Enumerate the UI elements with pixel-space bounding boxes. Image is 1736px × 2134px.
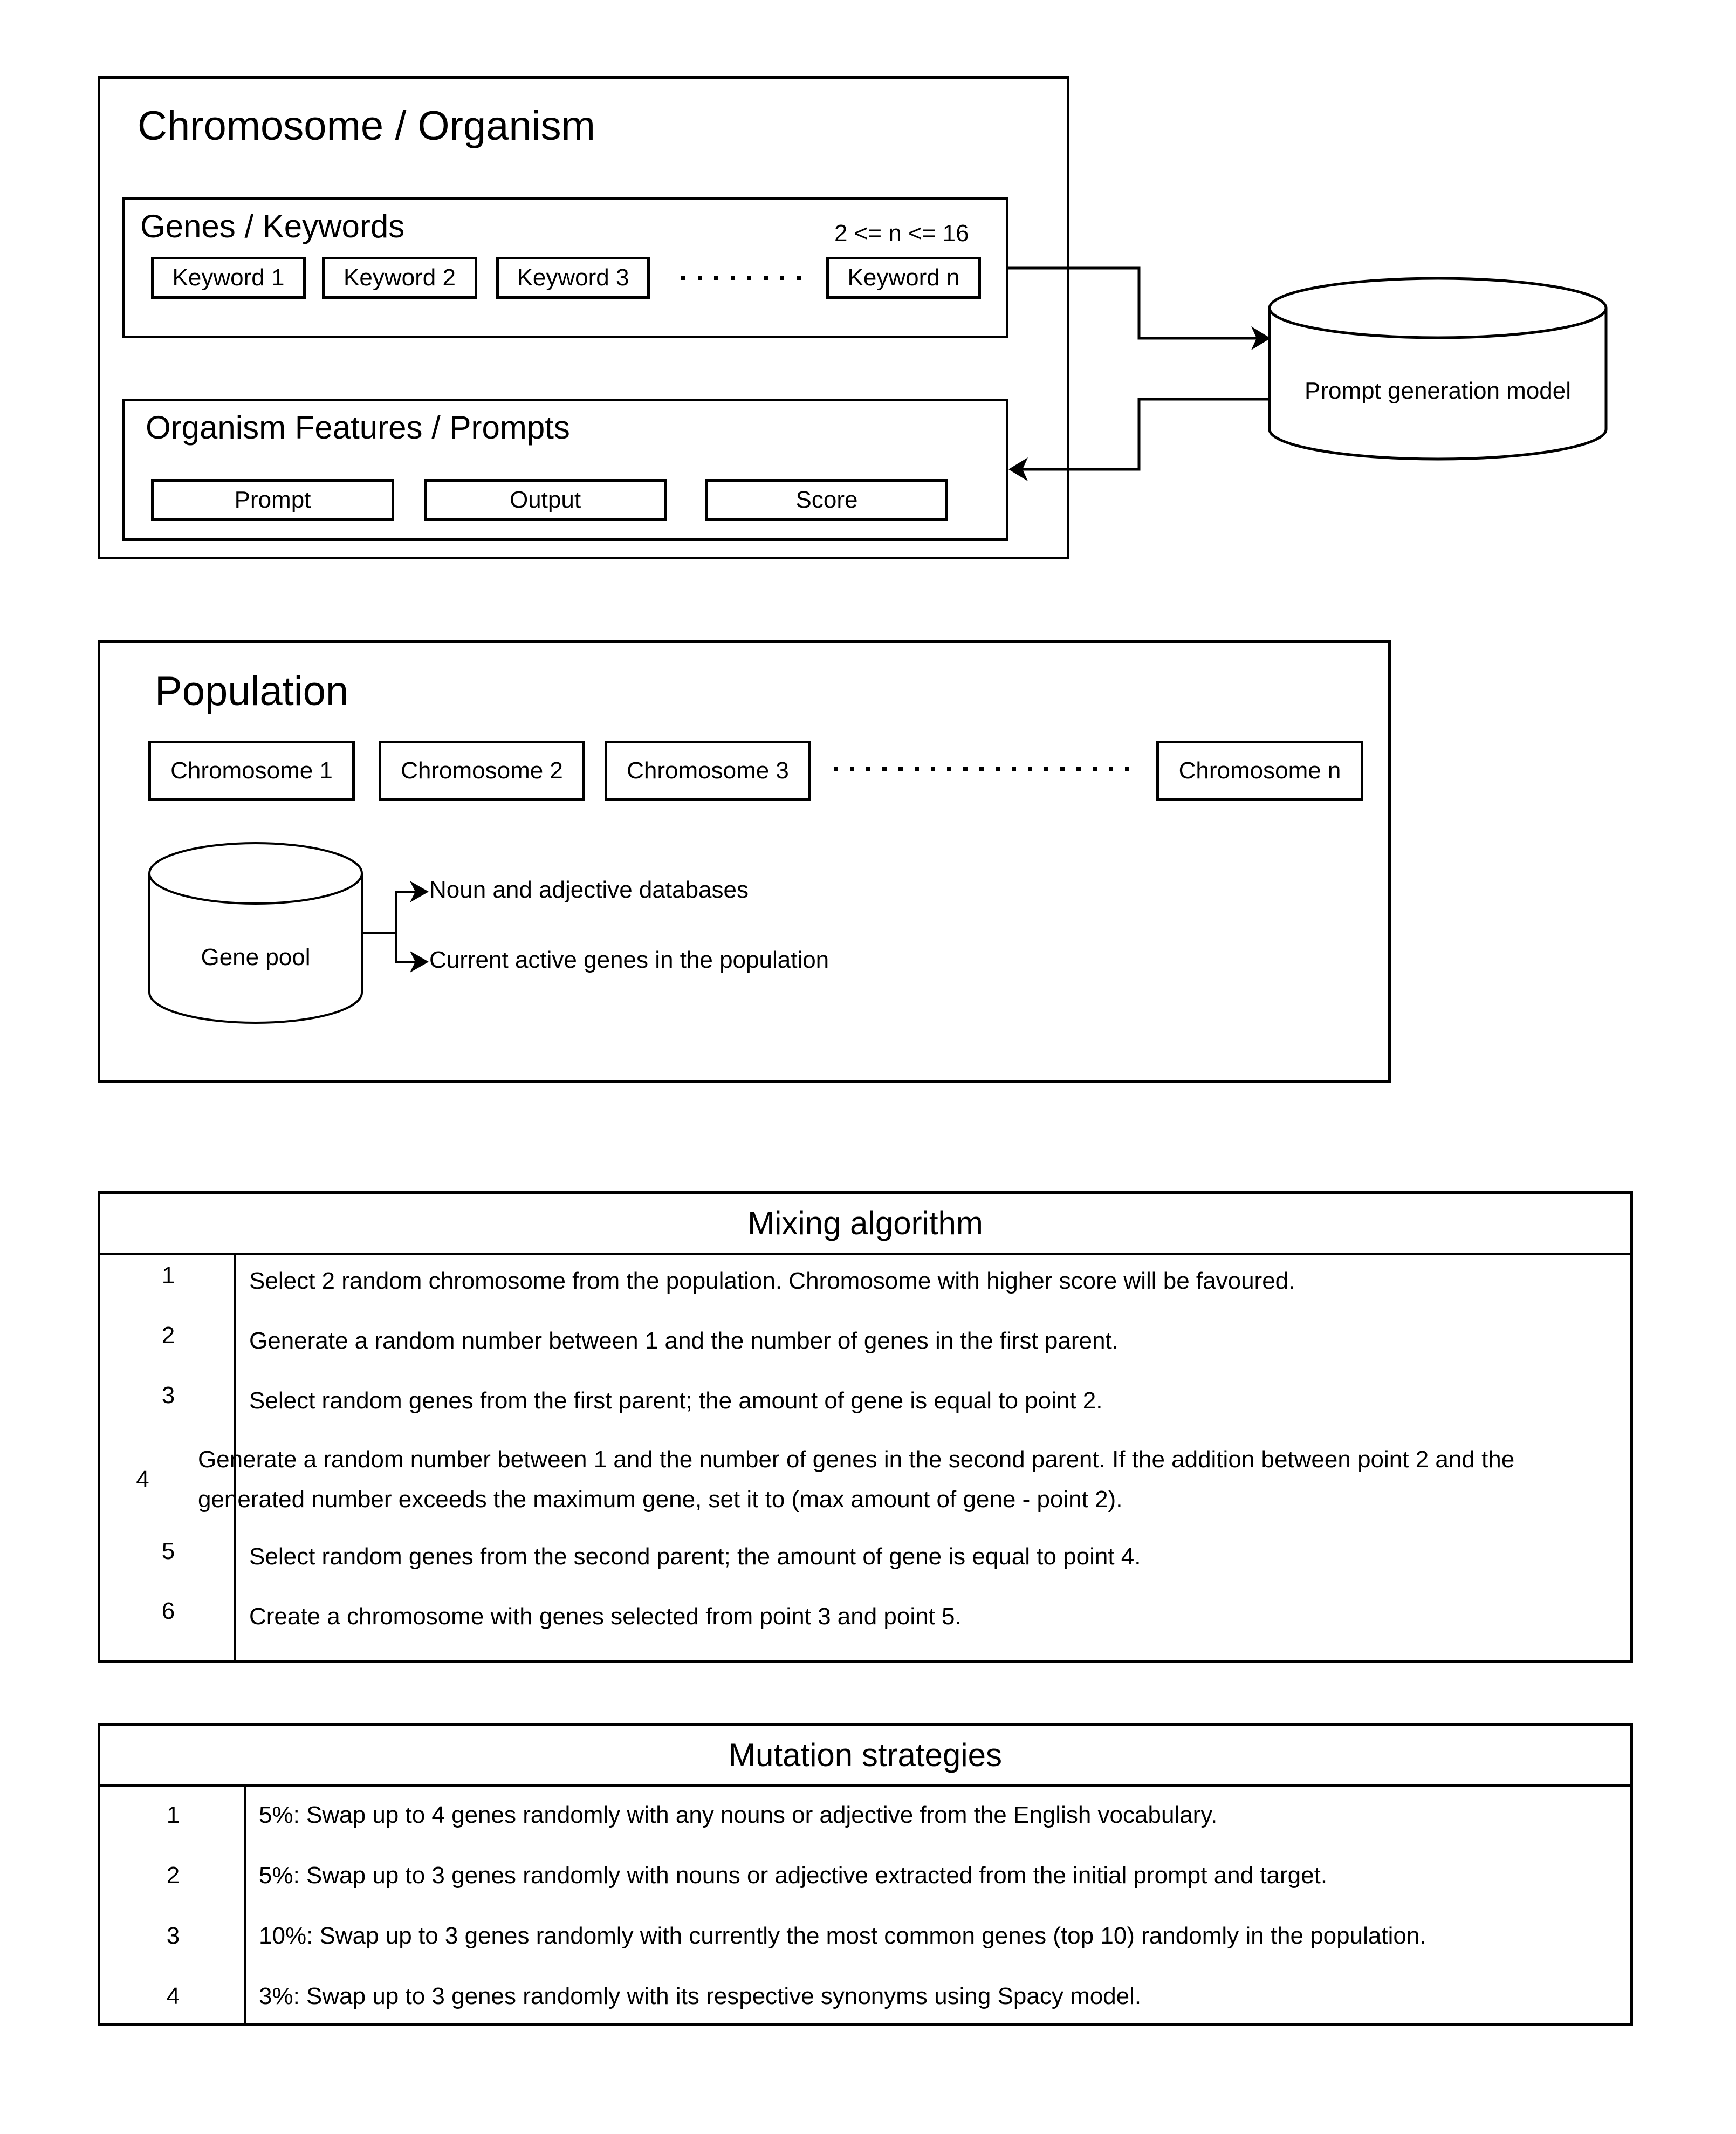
step-text: Select random genes from the first paren… [249, 1387, 1103, 1414]
step-text: Create a chromosome with genes selected … [249, 1603, 962, 1630]
keyword-box: Keyword n [826, 257, 981, 299]
genes-title: Genes / Keywords [140, 208, 405, 244]
gene-source-nouns: Noun and adjective databases [429, 877, 749, 903]
strategy-number: 3 [166, 1923, 180, 1949]
prompt-model-label: Prompt generation model [1304, 378, 1572, 404]
chromosome-box: Chromosome 1 [148, 741, 355, 801]
ellipsis-dot [866, 767, 870, 771]
strategy-number: 1 [166, 1802, 180, 1828]
ellipsis-dot [915, 767, 919, 771]
ellipsis-dot [1012, 767, 1016, 771]
table-row: 1 Select 2 random chromosome from the po… [100, 1253, 1630, 1309]
table-row: 2 5%: Swap up to 3 genes randomly with n… [100, 1848, 1630, 1904]
strategy-text: 3%: Swap up to 3 genes randomly with its… [259, 1983, 1142, 2009]
step-text: Generate a random number between 1 and t… [197, 1446, 1515, 1513]
ellipsis-dot [1125, 767, 1129, 771]
gene-count-constraint: 2 <= n <= 16 [834, 220, 969, 247]
strategy-text: 5%: Swap up to 3 genes randomly with nou… [259, 1862, 1328, 1889]
feature-prompt-box: Prompt [151, 479, 394, 521]
step-number: 6 [161, 1597, 175, 1624]
ellipsis-dot [1028, 767, 1032, 771]
ellipsis-dot [714, 276, 719, 280]
mutation-strategies-table: Mutation strategies 1 5%: Swap up to 4 g… [98, 1723, 1633, 2026]
ellipsis-dot [947, 767, 951, 771]
ellipsis-dot [979, 767, 984, 771]
keyword-ellipsis [681, 275, 801, 281]
table-row: 6 Create a chromosome with genes selecte… [100, 1588, 1630, 1645]
ellipsis-dot [850, 767, 854, 771]
features-title: Organism Features / Prompts [146, 409, 570, 446]
step-text: Select random genes from the second pare… [249, 1543, 1141, 1570]
feature-score-box: Score [705, 479, 948, 521]
ellipsis-dot [763, 276, 768, 280]
ellipsis-dot [1109, 767, 1113, 771]
strategy-number: 4 [166, 1983, 180, 2009]
ellipsis-dot [1093, 767, 1097, 771]
table-row: 3 Select random genes from the first par… [100, 1372, 1630, 1429]
gene-pool-label: Gene pool [201, 944, 311, 970]
step-number: 5 [161, 1537, 175, 1564]
ellipsis-dot [730, 276, 735, 280]
table-row: 4 Generate a random number between 1 and… [100, 1434, 1630, 1526]
ellipsis-dot [931, 767, 935, 771]
ellipsis-dot [780, 276, 785, 280]
strategy-number: 2 [166, 1862, 180, 1889]
ellipsis-dot [963, 767, 968, 771]
keyword-box: Keyword 3 [496, 257, 650, 299]
table-row: 4 3%: Swap up to 3 genes randomly with i… [100, 1968, 1630, 2024]
table-row: 1 5%: Swap up to 4 genes randomly with a… [100, 1787, 1630, 1843]
ellipsis-dot [898, 767, 903, 771]
step-text: Select 2 random chromosome from the popu… [249, 1267, 1295, 1294]
step-number: 2 [161, 1322, 175, 1349]
ellipsis-dot [1044, 767, 1048, 771]
ellipsis-dot [1076, 767, 1081, 771]
table-row: 2 Generate a random number between 1 and… [100, 1312, 1630, 1369]
population-title: Population [155, 668, 349, 714]
chromosome-box: Chromosome n [1156, 741, 1363, 801]
table-row: 3 10%: Swap up to 3 genes randomly with … [100, 1908, 1630, 1964]
ellipsis-dot [996, 767, 1000, 771]
mixing-algorithm-table: Mixing algorithm 1 Select 2 random chrom… [98, 1191, 1633, 1663]
chromosome-title: Chromosome / Organism [138, 103, 595, 149]
step-number: 1 [161, 1262, 175, 1289]
ellipsis-dot [834, 767, 838, 771]
mutation-title: Mutation strategies [100, 1726, 1630, 1787]
keyword-box: Keyword 2 [322, 257, 477, 299]
prompt-model-cylinder-icon [1268, 277, 1608, 461]
step-number: 4 [136, 1466, 149, 1493]
chromosome-ellipsis [834, 767, 1129, 772]
gene-source-active: Current active genes in the population [429, 947, 829, 973]
step-text: Generate a random number between 1 and t… [249, 1327, 1119, 1354]
ellipsis-dot [1060, 767, 1065, 771]
chromosome-box: Chromosome 3 [605, 741, 811, 801]
table-row: 5 Select random genes from the second pa… [100, 1528, 1630, 1585]
arrowhead-right-icon [1251, 326, 1271, 350]
ellipsis-dot [882, 767, 887, 771]
strategy-text: 5%: Swap up to 4 genes randomly with any… [259, 1802, 1218, 1828]
ellipsis-dot [697, 276, 702, 280]
feature-output-box: Output [424, 479, 667, 521]
ellipsis-dot [747, 276, 752, 280]
keyword-box: Keyword 1 [151, 257, 306, 299]
mixing-title: Mixing algorithm [100, 1194, 1630, 1255]
step-number: 3 [161, 1381, 175, 1408]
ellipsis-dot [681, 276, 685, 280]
chromosome-box: Chromosome 2 [379, 741, 585, 801]
ellipsis-dot [796, 276, 801, 280]
strategy-text: 10%: Swap up to 3 genes randomly with cu… [259, 1923, 1426, 1949]
